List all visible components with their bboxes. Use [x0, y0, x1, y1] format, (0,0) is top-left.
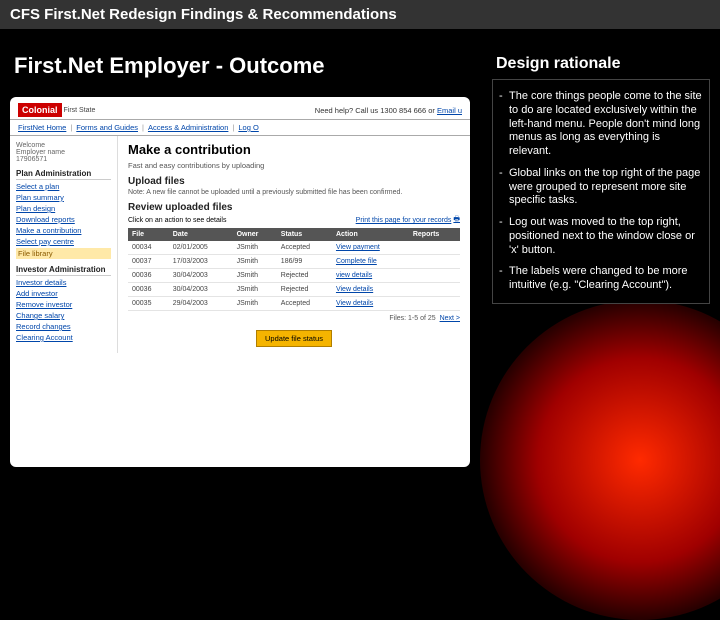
action-link[interactable]: View details	[332, 283, 409, 297]
pager-next[interactable]: Next >	[440, 315, 460, 322]
table-row: 0003402/01/2005JSmithAcceptedView paymen…	[128, 241, 460, 255]
action-link[interactable]: Complete file	[332, 255, 409, 269]
action-link[interactable]: View details	[332, 297, 409, 311]
rationale-item: The core things people come to the site …	[497, 86, 705, 163]
action-link[interactable]: View payment	[332, 241, 409, 255]
pager: Files: 1-5 of 25 Next >	[128, 315, 460, 322]
sidebar-item[interactable]: Investor details	[16, 278, 111, 287]
sidebar-item[interactable]: Plan design	[16, 204, 111, 213]
update-file-status-button[interactable]: Update file status	[256, 330, 332, 347]
table-header: Status	[277, 228, 332, 241]
sidebar-item[interactable]: Download reports	[16, 215, 111, 224]
sidebar-item[interactable]: File library	[16, 248, 111, 259]
upload-note: Note: A new file cannot be uploaded unti…	[128, 189, 460, 196]
print-icon: 🖶	[453, 215, 460, 226]
table-header: Owner	[233, 228, 277, 241]
print-link[interactable]: Print this page for your records 🖶	[356, 215, 460, 226]
table-header: File	[128, 228, 169, 241]
nav-link[interactable]: Forms and Guides	[76, 123, 138, 132]
action-link[interactable]: view details	[332, 269, 409, 283]
rationale-item: Global links on the top right of the pag…	[497, 163, 705, 212]
files-table: FileDateOwnerStatusActionReports 0003402…	[128, 228, 460, 311]
sidebar-item[interactable]: Change salary	[16, 311, 111, 320]
sidebar-heading: Investor Administration	[16, 265, 111, 276]
sidebar-item[interactable]: Select a plan	[16, 182, 111, 191]
upload-heading: Upload files	[128, 176, 460, 187]
sidebar-item[interactable]: Add investor	[16, 289, 111, 298]
main-content: Make a contribution Fast and easy contri…	[118, 136, 470, 353]
rationale-heading: Design rationale	[496, 55, 710, 73]
left-sidebar: Welcome Employer name 17906571 Plan Admi…	[10, 136, 118, 353]
logo-subtext: First State	[64, 107, 96, 114]
screenshot-mock: Colonial First State Need help? Call us …	[10, 97, 470, 467]
table-row: 0003529/04/2003JSmithAcceptedView detail…	[128, 297, 460, 311]
sidebar-item[interactable]: Remove investor	[16, 300, 111, 309]
click-hint: Click on an action to see details	[128, 217, 226, 224]
page-title: Make a contribution	[128, 142, 460, 157]
table-header: Action	[332, 228, 409, 241]
review-heading: Review uploaded files	[128, 202, 460, 213]
sidebar-item[interactable]: Record changes	[16, 322, 111, 331]
table-header: Reports	[409, 228, 460, 241]
table-row: 0003630/04/2003JSmithRejectedView detail…	[128, 283, 460, 297]
page-subtitle: Fast and easy contributions by uploading	[128, 161, 460, 170]
slide-title: First.Net Employer - Outcome	[14, 53, 482, 79]
sidebar-item[interactable]: Select pay centre	[16, 237, 111, 246]
table-row: 0003717/03/2003JSmith186/99Complete file	[128, 255, 460, 269]
nav-link[interactable]: FirstNet Home	[18, 123, 66, 132]
nav-link[interactable]: Access & Administration	[148, 123, 228, 132]
rationale-item: Log out was moved to the top right, posi…	[497, 212, 705, 261]
sidebar-item[interactable]: Plan summary	[16, 193, 111, 202]
nav-link[interactable]: Log O	[238, 123, 258, 132]
sidebar-heading: Plan Administration	[16, 169, 111, 180]
global-nav: FirstNet Home | Forms and Guides | Acces…	[10, 119, 470, 136]
welcome-block: Welcome Employer name 17906571	[16, 142, 111, 163]
email-link[interactable]: Email u	[437, 106, 462, 115]
logo-mark: Colonial	[18, 103, 62, 117]
rationale-item: The labels were changed to be more intui…	[497, 261, 705, 297]
table-header: Date	[169, 228, 233, 241]
sidebar-item[interactable]: Make a contribution	[16, 226, 111, 235]
help-text: Need help? Call us 1300 854 666 or Email…	[315, 106, 462, 115]
rationale-panel: Design rationale The core things people …	[492, 43, 710, 467]
brand-logo: Colonial First State	[18, 103, 95, 117]
page-header: CFS First.Net Redesign Findings & Recomm…	[0, 0, 720, 29]
sidebar-item[interactable]: Clearing Account	[16, 333, 111, 342]
table-row: 0003630/04/2003JSmithRejectedview detail…	[128, 269, 460, 283]
